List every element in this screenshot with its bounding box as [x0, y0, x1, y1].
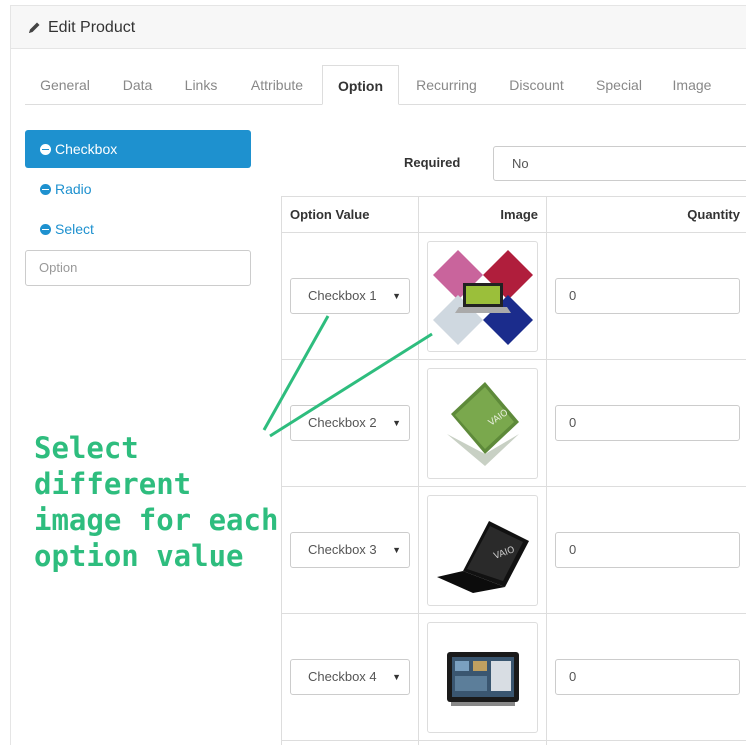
annotation-line: image for each	[34, 503, 279, 537]
annotation-line: option value	[34, 539, 244, 573]
annotation-callout: Select different image for each option v…	[34, 430, 294, 574]
annotation-arrows	[262, 315, 433, 438]
annotation-line: Select different	[34, 431, 192, 501]
